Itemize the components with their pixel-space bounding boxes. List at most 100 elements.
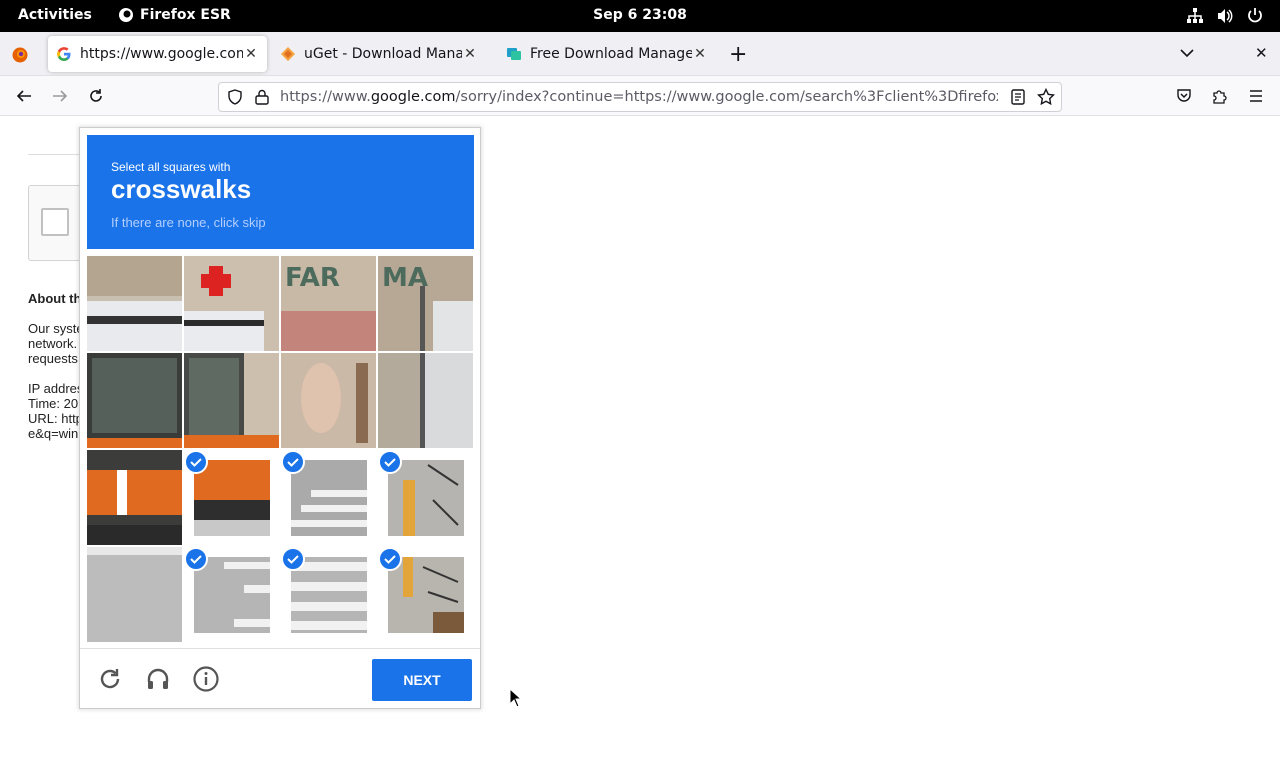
audio-challenge-icon[interactable] <box>144 665 172 693</box>
tile-image <box>194 557 270 633</box>
selected-check-icon <box>378 547 402 571</box>
tab-close-icon[interactable]: ✕ <box>243 46 259 62</box>
grid-tile[interactable]: MA <box>378 256 473 351</box>
tile-image <box>194 460 270 536</box>
bookmark-star-icon[interactable] <box>1037 88 1055 106</box>
about-heading: About th <box>28 291 82 306</box>
forward-arrow-icon <box>53 90 68 102</box>
challenge-header: Select all squares with crosswalks If th… <box>87 135 474 249</box>
url-text[interactable]: https://www.google.com/sorry/index?conti… <box>280 89 998 105</box>
tile-image: MA <box>378 256 473 351</box>
tile-image <box>388 557 464 633</box>
recaptcha-checkbox-widget[interactable] <box>28 185 84 261</box>
pocket-button[interactable] <box>1172 84 1196 108</box>
grid-tile[interactable] <box>281 353 376 448</box>
selected-check-icon <box>281 547 305 571</box>
selected-check-icon <box>378 450 402 474</box>
url-bar[interactable]: https://www.google.com/sorry/index?conti… <box>218 82 1062 112</box>
reader-view-icon[interactable] <box>1011 89 1025 105</box>
firefox-view-icon[interactable] <box>11 46 29 64</box>
back-arrow-icon <box>16 90 31 102</box>
grid-tile[interactable] <box>87 256 182 351</box>
activities-button[interactable]: Activities <box>18 7 92 23</box>
tab-close-icon[interactable]: ✕ <box>462 46 478 62</box>
selected-check-icon <box>281 450 305 474</box>
tab-strip: https://www.google.com/sorry/index?conti… <box>0 32 1280 76</box>
app-name: Firefox ESR <box>140 7 231 23</box>
recaptcha-challenge: Select all squares with crosswalks If th… <box>79 127 481 709</box>
tab-google-sorry[interactable]: https://www.google.com/sorry/index?conti… <box>48 36 267 72</box>
tracking-protection-shield-icon[interactable] <box>227 89 243 105</box>
forward-button[interactable] <box>48 84 72 108</box>
tile-image: FAR <box>281 256 376 351</box>
app-menu-button[interactable] <box>1244 84 1268 108</box>
grid-tile-selected[interactable] <box>378 547 473 642</box>
tile-image <box>184 353 279 448</box>
system-tray[interactable] <box>1186 7 1264 25</box>
grid-tile[interactable] <box>87 450 182 545</box>
tab-close-icon[interactable]: ✕ <box>692 46 708 62</box>
close-window-button[interactable]: ✕ <box>1255 44 1268 62</box>
grid-tile[interactable] <box>87 547 182 642</box>
volume-icon[interactable] <box>1216 7 1234 25</box>
app-menu[interactable]: Firefox ESR <box>118 7 231 23</box>
back-button[interactable] <box>12 84 36 108</box>
url-path: /sorry/index?continue=https://www.google… <box>455 89 998 105</box>
grid-tile-selected[interactable] <box>184 547 279 642</box>
hamburger-menu-icon <box>1250 90 1262 102</box>
grid-tile[interactable] <box>378 353 473 448</box>
url-host: google.com <box>370 89 456 105</box>
tab-uget[interactable]: uGet - Download Manager ✕ <box>272 36 486 72</box>
image-grid: FAR MA <box>87 256 474 643</box>
grid-tile[interactable]: FAR <box>281 256 376 351</box>
grid-tile-selected[interactable] <box>184 450 279 545</box>
tab-title: https://www.google.com/sorry/index?conti… <box>80 46 243 62</box>
grid-tile[interactable] <box>87 353 182 448</box>
mouse-cursor-icon <box>509 688 523 708</box>
url-line[interactable]: URL: http <box>28 411 83 426</box>
grid-tile[interactable] <box>184 353 279 448</box>
tile-image <box>87 256 182 351</box>
list-all-tabs-icon[interactable] <box>1180 48 1194 58</box>
svg-text:FAR: FAR <box>285 263 340 293</box>
tile-image <box>291 460 367 536</box>
target-object: crosswalks <box>111 174 252 204</box>
tab-title: Free Download Manager <box>530 46 692 62</box>
body-line: Our syste <box>28 321 84 336</box>
grid-tile[interactable] <box>184 256 279 351</box>
firefox-app-icon <box>119 8 133 22</box>
power-icon[interactable] <box>1246 7 1264 25</box>
grid-tile-selected[interactable] <box>281 450 376 545</box>
tile-image <box>281 353 376 448</box>
info-icon[interactable] <box>192 665 220 693</box>
reload-challenge-icon[interactable] <box>96 665 124 693</box>
tile-image <box>87 547 182 642</box>
tab-free-download-manager[interactable]: Free Download Manager ✕ <box>498 36 716 72</box>
network-icon[interactable] <box>1186 7 1204 25</box>
reload-button[interactable] <box>84 84 108 108</box>
fdm-icon <box>507 48 521 60</box>
url-prefix: https://www. <box>280 89 371 105</box>
body-line: network. <box>28 336 78 351</box>
grid-tile-selected[interactable] <box>378 450 473 545</box>
challenge-footer: NEXT <box>80 648 480 708</box>
not-a-robot-checkbox[interactable] <box>41 208 69 236</box>
query-line: e&q=win <box>28 426 79 441</box>
tile-image <box>87 450 182 545</box>
body-line: requests <box>28 351 78 366</box>
pocket-icon <box>1177 89 1191 102</box>
skip-hint: If there are none, click skip <box>111 215 266 230</box>
next-button[interactable]: NEXT <box>372 659 472 701</box>
grid-tile-selected[interactable] <box>281 547 376 642</box>
tab-title: uGet - Download Manager <box>304 46 462 62</box>
reload-icon <box>90 89 102 102</box>
extensions-button[interactable] <box>1208 84 1232 108</box>
new-tab-button[interactable]: + <box>729 42 747 67</box>
time-line: Time: 20 <box>28 396 79 411</box>
tile-image <box>378 353 473 448</box>
ip-address-line: IP addres <box>28 381 84 396</box>
navigation-toolbar: https://www.google.com/sorry/index?conti… <box>0 76 1280 116</box>
uget-icon <box>281 47 295 61</box>
page-content: About th Our syste network. requests IP … <box>0 117 1280 768</box>
lock-icon[interactable] <box>255 89 269 105</box>
